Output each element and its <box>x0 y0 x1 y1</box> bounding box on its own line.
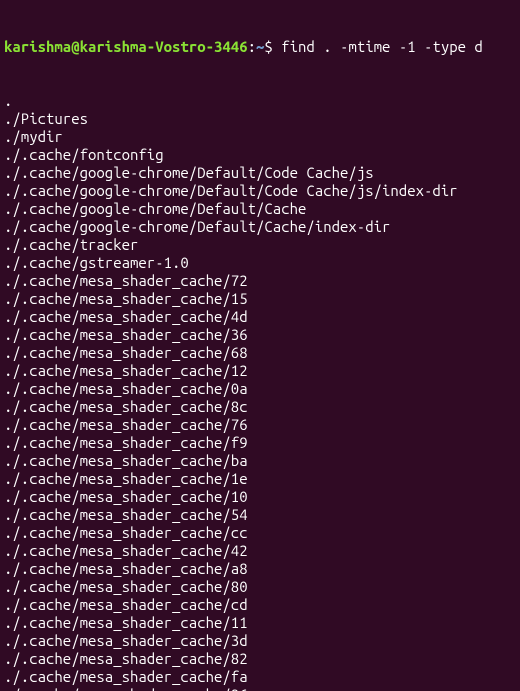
output-line: ./.cache/gstreamer-1.0 <box>4 254 516 272</box>
command-output: ../Pictures./mydir./.cache/fontconfig./.… <box>4 92 516 691</box>
output-line: ./.cache/mesa_shader_cache/10 <box>4 488 516 506</box>
output-line: ./mydir <box>4 128 516 146</box>
output-line: ./.cache/mesa_shader_cache/72 <box>4 272 516 290</box>
output-line: ./.cache/mesa_shader_cache/ba <box>4 452 516 470</box>
output-line: ./.cache/google-chrome/Default/Cache <box>4 200 516 218</box>
prompt-line: karishma@karishma-Vostro-3446:~$ find . … <box>4 38 516 56</box>
output-line: ./.cache/mesa_shader_cache/96 <box>4 686 516 691</box>
output-line: ./.cache/mesa_shader_cache/76 <box>4 416 516 434</box>
output-line: ./.cache/mesa_shader_cache/cc <box>4 524 516 542</box>
output-line: ./.cache/mesa_shader_cache/82 <box>4 650 516 668</box>
output-line: ./Pictures <box>4 110 516 128</box>
output-line: ./.cache/mesa_shader_cache/15 <box>4 290 516 308</box>
prompt-user-host: karishma@karishma-Vostro-3446 <box>4 38 248 55</box>
output-line: ./.cache/mesa_shader_cache/cd <box>4 596 516 614</box>
output-line: ./.cache/google-chrome/Default/Cache/ind… <box>4 218 516 236</box>
output-line: ./.cache/mesa_shader_cache/3d <box>4 632 516 650</box>
prompt-colon: : <box>248 38 256 55</box>
output-line: ./.cache/mesa_shader_cache/68 <box>4 344 516 362</box>
output-line: ./.cache/mesa_shader_cache/80 <box>4 578 516 596</box>
output-line: ./.cache/mesa_shader_cache/1e <box>4 470 516 488</box>
output-line: ./.cache/tracker <box>4 236 516 254</box>
output-line: ./.cache/google-chrome/Default/Code Cach… <box>4 164 516 182</box>
prompt-dollar: $ <box>264 38 281 55</box>
output-line: ./.cache/mesa_shader_cache/11 <box>4 614 516 632</box>
output-line: ./.cache/mesa_shader_cache/12 <box>4 362 516 380</box>
output-line: ./.cache/mesa_shader_cache/4d <box>4 308 516 326</box>
terminal-window[interactable]: karishma@karishma-Vostro-3446:~$ find . … <box>0 0 520 691</box>
output-line: ./.cache/mesa_shader_cache/54 <box>4 506 516 524</box>
output-line: ./.cache/mesa_shader_cache/fa <box>4 668 516 686</box>
output-line: ./.cache/mesa_shader_cache/42 <box>4 542 516 560</box>
output-line: ./.cache/mesa_shader_cache/0a <box>4 380 516 398</box>
output-line: ./.cache/google-chrome/Default/Code Cach… <box>4 182 516 200</box>
output-line: ./.cache/mesa_shader_cache/f9 <box>4 434 516 452</box>
output-line: ./.cache/mesa_shader_cache/36 <box>4 326 516 344</box>
output-line: . <box>4 92 516 110</box>
output-line: ./.cache/mesa_shader_cache/8c <box>4 398 516 416</box>
command-text: find . -mtime -1 -type d <box>281 38 483 55</box>
output-line: ./.cache/fontconfig <box>4 146 516 164</box>
output-line: ./.cache/mesa_shader_cache/a8 <box>4 560 516 578</box>
